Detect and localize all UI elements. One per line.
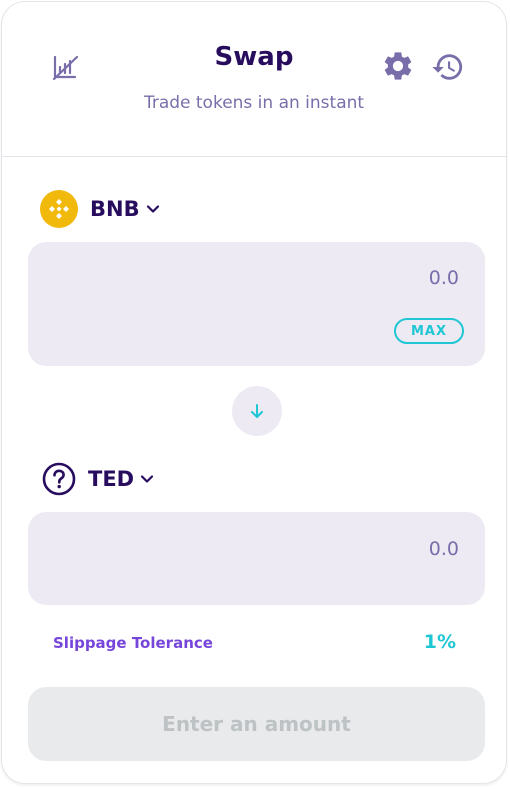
arrow-down-icon xyxy=(251,404,263,418)
from-amount-panel: MAX xyxy=(28,242,485,366)
swap-header: Swap Trade tokens in an instant xyxy=(2,2,506,157)
to-amount-panel xyxy=(28,512,485,605)
switch-tokens-button[interactable] xyxy=(232,386,282,436)
gear-icon[interactable] xyxy=(381,49,415,83)
slippage-tolerance-label: Slippage Tolerance xyxy=(53,634,213,652)
history-icon[interactable] xyxy=(431,50,465,84)
bnb-logo-icon xyxy=(40,190,78,228)
max-button[interactable]: MAX xyxy=(394,318,464,344)
to-token-symbol: TED xyxy=(88,467,135,491)
from-token-selector[interactable]: BNB xyxy=(40,190,160,228)
from-amount-input[interactable] xyxy=(157,266,461,290)
chevron-down-icon xyxy=(146,205,159,213)
swap-card: Swap Trade tokens in an instant BNB M xyxy=(1,1,507,784)
from-token-symbol: BNB xyxy=(90,197,140,221)
enter-amount-button[interactable]: Enter an amount xyxy=(28,687,485,761)
slippage-tolerance-value[interactable]: 1% xyxy=(424,631,456,653)
to-amount-input[interactable] xyxy=(157,537,461,561)
chevron-down-icon xyxy=(141,475,154,483)
to-token-selector[interactable]: TED xyxy=(42,462,154,496)
question-circle-icon xyxy=(42,462,76,496)
page-subtitle: Trade tokens in an instant xyxy=(143,93,365,113)
